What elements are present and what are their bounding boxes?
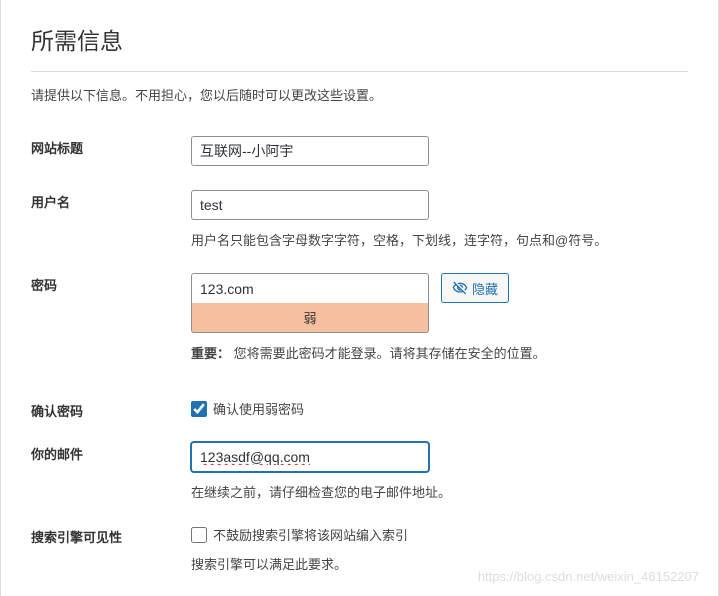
username-hint: 用户名只能包含字母数字字符，空格，下划线，连字符，句点和@符号。 <box>191 230 688 249</box>
label-email: 你的邮件 <box>31 432 191 515</box>
important-text: 您将需要此密码才能登录。请将其存储在安全的位置。 <box>234 346 546 361</box>
password-input[interactable] <box>191 273 429 303</box>
label-search-visibility: 搜索引擎可见性 <box>31 515 191 587</box>
label-username: 用户名 <box>31 180 191 263</box>
password-important-msg: 重要： 您将需要此密码才能登录。请将其存储在安全的位置。 <box>191 343 688 362</box>
label-password: 密码 <box>31 263 191 389</box>
email-hint: 在继续之前，请仔细检查您的电子邮件地址。 <box>191 482 688 501</box>
search-visibility-label[interactable]: 不鼓励搜索引擎将该网站编入索引 <box>213 525 408 544</box>
search-hint: 搜索引擎可以满足此要求。 <box>191 554 688 573</box>
form-table: 网站标题 用户名 用户名只能包含字母数字字符，空格，下划线，连字符，句点和@符号… <box>31 126 688 587</box>
confirm-weak-password-label[interactable]: 确认使用弱密码 <box>213 399 304 418</box>
hide-password-label: 隐藏 <box>472 279 498 298</box>
password-strength-meter: 弱 <box>191 303 429 333</box>
hide-password-button[interactable]: 隐藏 <box>441 273 509 303</box>
email-input[interactable] <box>191 442 429 472</box>
username-input[interactable] <box>191 190 429 220</box>
page-title: 所需信息 <box>31 22 688 72</box>
important-prefix: 重要： <box>191 346 230 361</box>
eye-slash-icon <box>452 280 468 296</box>
label-site-title: 网站标题 <box>31 126 191 180</box>
confirm-weak-password-checkbox[interactable] <box>191 401 207 417</box>
label-confirm-password: 确认密码 <box>31 389 191 432</box>
intro-text: 请提供以下信息。不用担心，您以后随时可以更改这些设置。 <box>31 85 688 104</box>
site-title-input[interactable] <box>191 136 429 166</box>
install-form-container: 所需信息 请提供以下信息。不用担心，您以后随时可以更改这些设置。 网站标题 用户… <box>0 0 719 596</box>
search-visibility-checkbox[interactable] <box>191 527 207 543</box>
